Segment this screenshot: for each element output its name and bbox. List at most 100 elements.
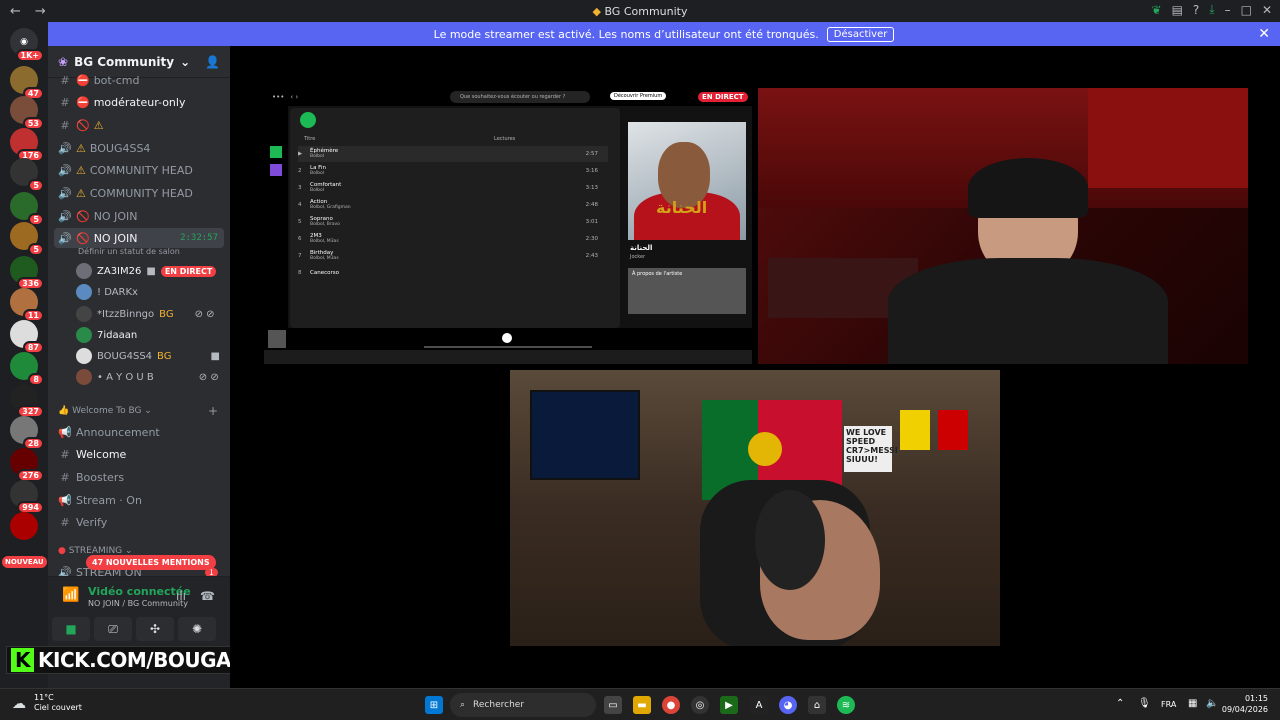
server-icon[interactable]: 276 <box>10 448 44 482</box>
app-icon[interactable]: ▶ <box>720 696 738 714</box>
taskbar-search[interactable]: ⌕ Rechercher <box>450 693 596 717</box>
file-explorer-icon[interactable]: ▬ <box>633 696 651 714</box>
obs-icon[interactable]: ◎ <box>691 696 709 714</box>
voice-channel-item-active[interactable]: 🔊 🚫 NO JOIN 2:32:57 <box>54 228 224 248</box>
forward-arrow-icon[interactable]: → <box>35 4 46 19</box>
artist-card[interactable]: À propos de l'artiste <box>628 268 746 314</box>
webcam-tile[interactable] <box>758 88 1248 364</box>
add-channel-icon[interactable]: + <box>208 404 218 418</box>
weather-icon[interactable]: ☁ <box>12 696 26 712</box>
server-icon[interactable]: 8 <box>10 352 44 386</box>
app-icon[interactable]: ⌂ <box>808 696 826 714</box>
server-icon[interactable]: 994 <box>10 480 44 514</box>
play-button-icon[interactable] <box>300 112 316 128</box>
voice-channel-item[interactable]: 🔊 ⚠ COMMUNITY HEAD <box>54 160 224 180</box>
chrome-icon[interactable]: ● <box>662 696 680 714</box>
close-banner-icon[interactable]: ✕ <box>1258 26 1270 42</box>
microphone-icon[interactable]: 🎙 <box>1138 698 1151 709</box>
channel-item[interactable]: # Boosters <box>54 467 224 487</box>
voice-channel-sub[interactable]: NO JOIN / BG Community <box>88 599 188 608</box>
volume-icon[interactable]: 🔈 <box>1206 698 1218 709</box>
voice-channel-item[interactable]: 🔊 ⚠ COMMUNITY HEAD <box>54 183 224 203</box>
start-icon[interactable]: ⊞ <box>425 696 443 714</box>
system-clock[interactable]: 01:15 09/04/2026 <box>1222 693 1268 715</box>
network-icon[interactable]: ▦ <box>1188 698 1197 709</box>
voice-user[interactable]: *ItzzBinngo BG ⊘ ⊘ <box>76 304 215 324</box>
activities-button[interactable]: ✣ <box>136 617 174 641</box>
screen-share-button[interactable]: ⎚ <box>94 617 132 641</box>
minimize-button[interactable]: – <box>1225 3 1231 17</box>
premium-button[interactable]: Découvrir Premium <box>610 92 667 100</box>
server-icon[interactable]: 5 <box>10 158 44 192</box>
discord-icon[interactable]: ◕ <box>779 696 797 714</box>
voice-user[interactable]: 7idaaan <box>76 325 137 345</box>
server-icon[interactable]: 336 <box>10 256 44 290</box>
server-icon[interactable]: 176 <box>10 128 44 162</box>
channel-item[interactable]: # Verify <box>54 512 224 532</box>
spotify-search-input[interactable]: Que souhaitez-vous écouter ou regarder ? <box>450 91 590 103</box>
new-mentions-pill[interactable]: 47 NOUVELLES MENTIONS <box>86 555 216 570</box>
weather-widget[interactable]: 11°C Ciel couvert <box>34 693 82 713</box>
signal-icon[interactable]: 📶 <box>62 587 79 603</box>
channel-item[interactable]: # Welcome <box>54 444 224 464</box>
track-row[interactable]: 7 Birthday Bolbol, M3as 2:43 <box>298 248 608 264</box>
webcam-tile[interactable]: WE LOVE SPEED CR7>MESSI SIUUU! <box>510 370 1000 646</box>
back-arrow-icon[interactable]: ← <box>10 4 21 19</box>
camera-toggle-button[interactable]: ■ <box>52 617 90 641</box>
language-indicator[interactable]: FRA <box>1161 700 1176 709</box>
download-icon[interactable]: ⤓ <box>1209 2 1214 17</box>
voice-channel-item[interactable]: 🔊 🚫 NO JOIN <box>54 206 224 226</box>
play-pause-icon[interactable] <box>502 333 512 343</box>
playlist-icon[interactable] <box>270 146 282 158</box>
server-icon[interactable]: 28 <box>10 416 44 450</box>
track-row[interactable]: 6 2M3 Bolbol, M3as 2:30 <box>298 231 608 247</box>
menu-icon[interactable]: ••• <box>272 93 284 101</box>
task-view-icon[interactable]: ▭ <box>604 696 622 714</box>
help-icon[interactable]: ? <box>1193 3 1199 17</box>
server-icon[interactable] <box>10 512 38 540</box>
channel-item[interactable]: 📢 Announcement <box>54 422 224 442</box>
direct-messages-icon[interactable]: ◉ 1K+ <box>10 28 44 62</box>
server-icon[interactable]: 53 <box>10 96 44 130</box>
channel-item[interactable]: # 🚫 ⚠ <box>54 115 224 135</box>
voice-user[interactable]: ! DARKx <box>76 282 138 302</box>
server-icon[interactable]: 11 <box>10 288 44 322</box>
track-row[interactable]: 2 La Fin Bolbol 3:16 <box>298 163 608 179</box>
server-icon[interactable]: 47 <box>10 66 44 100</box>
track-row[interactable]: 4 Action Bolbol, Grafigman 2:48 <box>298 197 608 213</box>
channel-item[interactable]: 📢 Stream · On <box>54 490 224 510</box>
channel-status-hint[interactable]: Définir un statut de salon <box>78 247 180 256</box>
voice-user[interactable]: BOUG4SS4 BG ■ <box>76 346 220 366</box>
progress-bar[interactable] <box>424 346 592 348</box>
voice-user[interactable]: ZA3IM26 ■ EN DIRECT <box>76 261 217 281</box>
disconnect-icon[interactable]: ☎ <box>200 589 215 603</box>
soundboard-button[interactable]: ✺ <box>178 617 216 641</box>
voice-user[interactable]: • A Y O U B ⊘ ⊘ <box>76 367 219 387</box>
server-icon[interactable]: 87 <box>10 320 44 354</box>
track-row[interactable]: 5 Soprano Bolbol, Bravo 3:01 <box>298 214 608 230</box>
inbox-icon[interactable]: ▤ <box>1172 3 1183 17</box>
app-icon[interactable]: A <box>750 696 768 714</box>
maximize-button[interactable]: □ <box>1241 3 1252 17</box>
server-icon[interactable]: 5 <box>10 222 44 256</box>
channel-item[interactable]: # ⛔ bot-cmd <box>54 70 224 90</box>
screen-share-tile[interactable]: ••• ‹ › Que souhaitez-vous écouter ou re… <box>264 88 752 364</box>
disable-streamer-button[interactable]: Désactiver <box>826 26 895 42</box>
liked-songs-icon[interactable] <box>270 164 282 176</box>
track-row[interactable]: 8 Canecorso <box>298 265 608 281</box>
server-icon[interactable]: 327 <box>10 384 44 418</box>
leaf-icon[interactable]: ❦ <box>1152 3 1162 17</box>
new-servers-pill[interactable]: NOUVEAU <box>2 556 47 568</box>
category-header[interactable]: 👍 Welcome To BG ⌄ <box>58 406 152 416</box>
close-window-button[interactable]: ✕ <box>1262 3 1272 17</box>
track-row[interactable]: 3 Comfortant Bolbol 3:13 <box>298 180 608 196</box>
noise-suppression-icon[interactable]: ılı <box>176 589 186 603</box>
chevron-up-icon[interactable]: ⌃ <box>1116 698 1124 709</box>
voice-channel-item[interactable]: 🔊 ⚠ BOUG4SS4 <box>54 138 224 158</box>
spotify-icon[interactable]: ≋ <box>837 696 855 714</box>
add-member-icon[interactable]: 👤 <box>205 55 220 69</box>
server-icon[interactable]: 5 <box>10 192 44 226</box>
channel-item[interactable]: # ⛔ modérateur-only <box>54 92 224 112</box>
track-row[interactable]: ▶ Éphémère Bolbol 2:57 <box>298 146 608 162</box>
back-icon[interactable]: ‹ › <box>290 93 298 101</box>
